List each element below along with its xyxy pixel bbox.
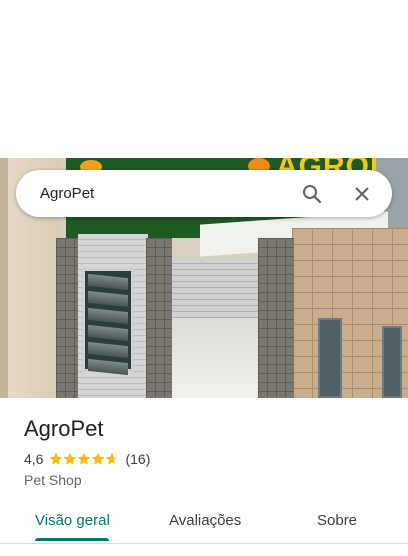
search-icon[interactable]	[296, 178, 328, 210]
top-blank-area	[0, 0, 408, 158]
louver-window	[82, 268, 134, 376]
search-bar[interactable]: AgroPet	[16, 170, 392, 217]
star-icon	[92, 452, 105, 465]
active-tab-indicator	[35, 538, 109, 541]
tab-reviews[interactable]: Avaliações	[169, 512, 241, 529]
tab-bar: Visão geral Avaliações Sobre	[0, 500, 408, 544]
place-title: AgroPet	[24, 416, 104, 441]
star-icon	[64, 452, 77, 465]
door-right-2	[382, 326, 402, 398]
close-icon[interactable]	[346, 178, 378, 210]
star-icon	[78, 452, 91, 465]
door-right-1	[318, 318, 342, 398]
tab-overview[interactable]: Visão geral	[35, 512, 110, 529]
shutter-middle	[172, 258, 260, 320]
tab-divider	[0, 543, 408, 544]
search-input[interactable]: AgroPet	[40, 185, 278, 202]
rating-value: 4,6	[24, 451, 44, 467]
review-count[interactable]: (16)	[125, 451, 150, 467]
tab-about[interactable]: Sobre	[317, 512, 357, 529]
star-icon	[50, 452, 63, 465]
rating-row[interactable]: 4,6 (16)	[24, 451, 150, 467]
rating-stars	[49, 452, 119, 466]
place-category[interactable]: Pet Shop	[24, 472, 82, 488]
star-icon	[106, 452, 119, 465]
store-entrance	[172, 318, 260, 398]
